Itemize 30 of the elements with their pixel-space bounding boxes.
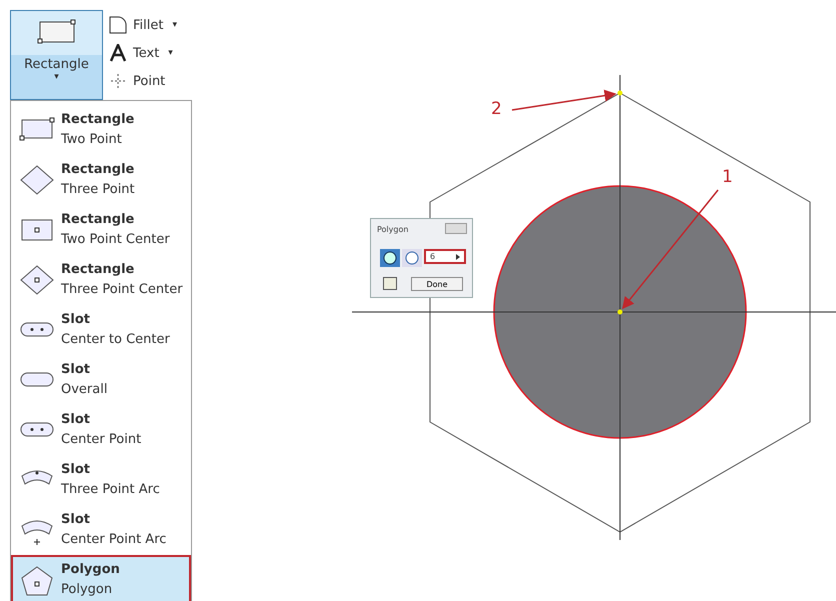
dialog-title: Polygon xyxy=(377,225,408,234)
menu-item[interactable]: Slot Center Point Arc xyxy=(11,505,191,555)
fillet-tool[interactable]: Fillet ▾ xyxy=(109,14,177,36)
rectangle-icon xyxy=(36,19,76,45)
menu-item[interactable]: Slot Center Point xyxy=(11,405,191,455)
inscribed-icon[interactable] xyxy=(380,249,400,267)
menu-item[interactable]: Rectangle Three Point Center xyxy=(11,255,191,305)
callout-number: 2 xyxy=(491,99,502,119)
menu-item[interactable]: Rectangle Three Point xyxy=(11,155,191,205)
sides-field[interactable]: 6 xyxy=(424,249,466,264)
fillet-icon xyxy=(109,16,127,34)
circumscribed-icon[interactable] xyxy=(402,249,422,267)
done-button[interactable]: Done xyxy=(411,277,463,291)
help-icon[interactable] xyxy=(383,277,397,290)
point-icon xyxy=(109,72,127,90)
center-point xyxy=(618,310,622,314)
menu-item[interactable]: Slot Three Point Arc xyxy=(11,455,191,505)
point-tool[interactable]: Point xyxy=(109,70,177,92)
text-tool[interactable]: Text ▾ xyxy=(109,42,177,64)
menu-item[interactable]: Polygon Polygon xyxy=(11,555,191,601)
menu-item[interactable]: Slot Center to Center xyxy=(11,305,191,355)
vertex-point xyxy=(618,90,622,96)
menu-item[interactable]: Slot Overall xyxy=(11,355,191,405)
text-icon xyxy=(109,44,127,62)
triangle-icon[interactable] xyxy=(456,254,460,260)
menu-item[interactable]: Rectangle Two Point Center xyxy=(11,205,191,255)
menu-item[interactable]: Rectangle Two Point xyxy=(11,105,191,155)
rectangle-button[interactable]: Rectangle ▾ xyxy=(10,10,103,100)
pentagon-icon xyxy=(19,564,55,596)
callout-number: 1 xyxy=(722,167,733,187)
